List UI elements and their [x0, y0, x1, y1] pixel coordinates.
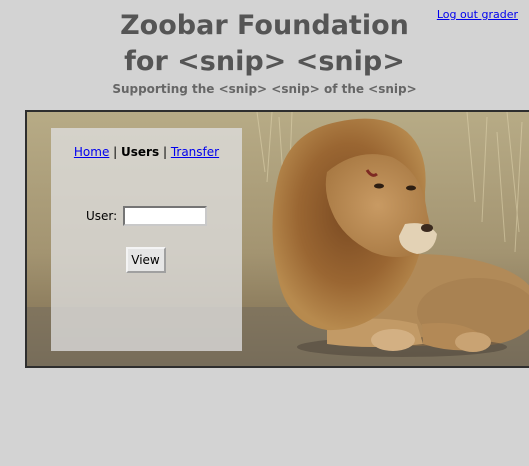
user-lookup-panel: Home | Users | Transfer User: View — [51, 128, 242, 351]
view-button[interactable]: View — [125, 247, 166, 273]
nav-separator: | — [113, 145, 118, 159]
user-label: User: — [86, 209, 118, 223]
nav-item-users: Users — [121, 145, 160, 159]
page-header: Zoobar Foundation for <snip> <snip> Supp… — [0, 8, 529, 96]
page-title-line2: for <snip> <snip> — [124, 46, 405, 77]
nav-link-transfer[interactable]: Transfer — [171, 145, 219, 159]
nav-separator: | — [162, 145, 167, 159]
user-field-row: User: — [51, 206, 242, 226]
content-frame: Home | Users | Transfer User: View — [25, 110, 529, 368]
page-title-line1: Zoobar Foundation — [120, 10, 409, 41]
nav-bar: Home | Users | Transfer — [51, 145, 242, 159]
user-input[interactable] — [123, 206, 208, 226]
nav-link-home[interactable]: Home — [74, 145, 109, 159]
page-subtitle: Supporting the <snip> <snip> of the <sni… — [112, 82, 417, 96]
